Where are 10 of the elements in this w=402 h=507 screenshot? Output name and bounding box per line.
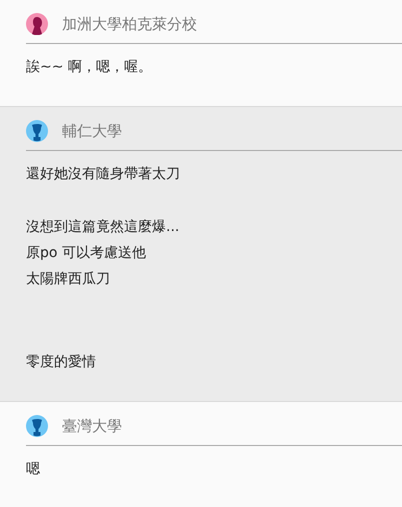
school-name: 加洲大學柏克萊分校 bbox=[62, 14, 197, 34]
comment-text: 還好她沒有隨身帶著太刀 bbox=[26, 165, 181, 184]
school-name: 臺灣大學 bbox=[62, 416, 122, 436]
comment-text: 零度的愛情 bbox=[26, 353, 97, 372]
comment-text: 原po 可以考慮送他 bbox=[26, 244, 147, 263]
comment-text: 太陽牌西瓜刀 bbox=[26, 270, 111, 289]
comment-text: 沒想到這篇竟然這麼爆... bbox=[26, 218, 180, 237]
comment-text: 嗯 bbox=[26, 460, 41, 479]
school-name: 輔仁大學 bbox=[62, 122, 122, 140]
comment-text: 誒~~ 啊，嗯，喔。 bbox=[26, 58, 153, 77]
